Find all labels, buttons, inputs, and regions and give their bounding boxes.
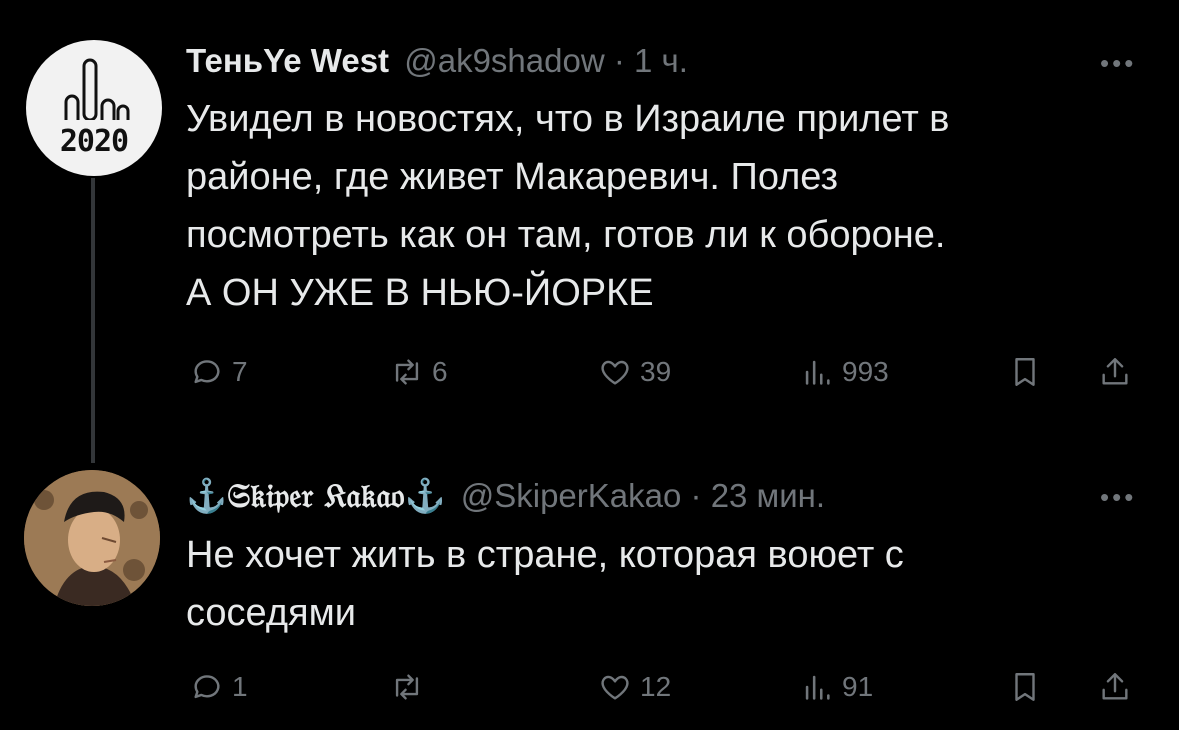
- tweet-actions: 1 12 91: [186, 670, 1146, 710]
- tweet-text-line: Увидел в новостях, что в Израиле прилет …: [186, 98, 950, 140]
- more-options-icon[interactable]: •••: [1100, 482, 1136, 513]
- share-button[interactable]: [1098, 670, 1132, 704]
- retweet-count: 6: [432, 356, 448, 387]
- tweet-text: Увидел в новостях, что в Израиле прилет …: [186, 90, 950, 322]
- heart-icon: [601, 675, 629, 700]
- portrait-icon: [24, 470, 160, 606]
- tweet-2[interactable]: ⚓𝔖𝔨𝔦𝔭𝔢𝔯 𝔎𝔞𝔨𝔞𝔬⚓ @SkiperKakao · 23 мин. ••…: [0, 460, 1179, 730]
- username[interactable]: @ak9shadow: [404, 42, 604, 79]
- bookmark-button[interactable]: [1008, 670, 1042, 704]
- timestamp[interactable]: 23 мин.: [711, 477, 825, 514]
- tweet-text-line: Не хочет жить в стране, которая воюет с: [186, 534, 904, 576]
- avatar[interactable]: [24, 470, 160, 606]
- separator: ·: [690, 477, 702, 514]
- tweet-text-line: А ОН УЖЕ В НЬЮ-ЙОРКЕ: [186, 272, 654, 314]
- views-button[interactable]: 993: [800, 355, 889, 389]
- heart-icon: [601, 360, 629, 385]
- tweet-text: Не хочет жить в стране, которая воюет с …: [186, 526, 904, 642]
- views-chart-icon: [805, 675, 830, 700]
- separator: ·: [613, 42, 625, 79]
- display-name[interactable]: ⚓𝔖𝔨𝔦𝔭𝔢𝔯 𝔎𝔞𝔨𝔞𝔬⚓: [186, 476, 446, 515]
- views-count: 993: [842, 356, 889, 387]
- username[interactable]: @SkiperKakao: [461, 477, 682, 514]
- views-button[interactable]: 91: [800, 670, 873, 704]
- display-name[interactable]: ТеньYe West: [186, 42, 389, 79]
- reply-count: 1: [232, 671, 248, 702]
- share-icon: [1102, 673, 1128, 700]
- reply-count: 7: [232, 356, 248, 387]
- bookmark-icon: [1015, 358, 1035, 386]
- avatar-label: 2020: [59, 124, 129, 159]
- tweet-text-line: посмотреть как он там, готов ли к оборон…: [186, 214, 946, 256]
- share-button[interactable]: [1098, 355, 1132, 389]
- tweet-text-line: районе, где живет Макаревич. Полез: [186, 156, 839, 198]
- share-icon: [1102, 358, 1128, 385]
- like-button[interactable]: 39: [598, 355, 671, 389]
- reply-button[interactable]: 1: [190, 670, 248, 704]
- more-options-icon[interactable]: •••: [1100, 48, 1136, 79]
- timestamp[interactable]: 1 ч.: [634, 42, 688, 79]
- views-count: 91: [842, 671, 874, 702]
- tweet-text-line: соседями: [186, 592, 356, 634]
- tweet-header: ⚓𝔖𝔨𝔦𝔭𝔢𝔯 𝔎𝔞𝔨𝔞𝔬⚓ @SkiperKakao · 23 мин.: [186, 476, 825, 516]
- tweet-header: ТеньYe West @ak9shadow · 1 ч.: [186, 42, 688, 80]
- retweet-icon: [395, 674, 419, 700]
- views-chart-icon: [805, 360, 830, 385]
- reply-icon: [194, 360, 220, 384]
- bookmark-button[interactable]: [1008, 355, 1042, 389]
- retweet-button[interactable]: [390, 670, 432, 704]
- retweet-icon: [395, 359, 419, 385]
- reply-button[interactable]: 7: [190, 355, 248, 389]
- like-count: 12: [640, 671, 672, 702]
- tweet-actions: 7 6 39 993: [186, 355, 1146, 395]
- like-button[interactable]: 12: [598, 670, 671, 704]
- tweet-1[interactable]: 2020 ТеньYe West @ak9shadow · 1 ч. ••• У…: [0, 0, 1179, 460]
- like-count: 39: [640, 356, 672, 387]
- reply-icon: [194, 675, 220, 699]
- bookmark-icon: [1015, 673, 1035, 701]
- retweet-button[interactable]: 6: [390, 355, 448, 389]
- avatar[interactable]: 2020: [26, 40, 162, 176]
